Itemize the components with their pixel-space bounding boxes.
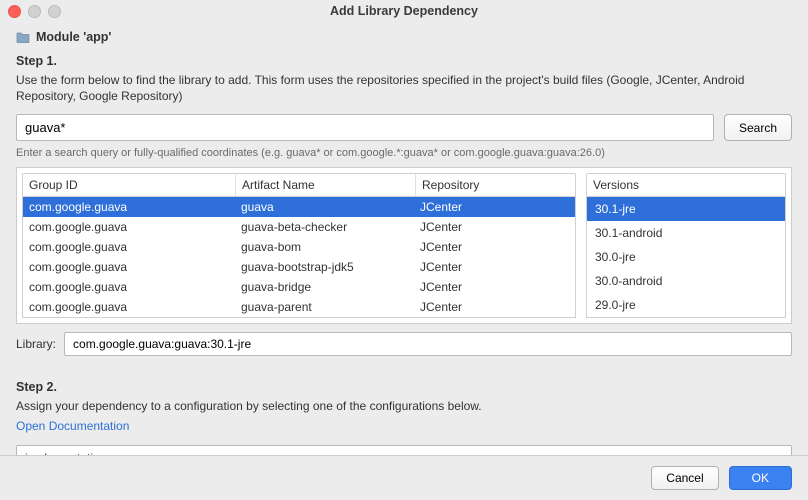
table-cell: guava-bootstrap-jdk5 bbox=[235, 258, 414, 276]
module-header: Module 'app' bbox=[16, 30, 792, 44]
versions-table[interactable]: Versions 30.1-jre30.1-android30.0-jre30.… bbox=[586, 173, 786, 318]
table-cell: JCenter bbox=[414, 238, 575, 256]
table-row[interactable]: com.google.guavaguavaJCenter bbox=[23, 197, 575, 217]
open-documentation-link[interactable]: Open Documentation bbox=[16, 419, 792, 433]
window-title: Add Library Dependency bbox=[0, 4, 808, 18]
col-group-id[interactable]: Group ID bbox=[23, 174, 236, 196]
library-label: Library: bbox=[16, 337, 56, 351]
table-cell: JCenter bbox=[414, 218, 575, 236]
table-cell: com.google.guava bbox=[23, 238, 235, 256]
artifacts-table[interactable]: Group ID Artifact Name Repository com.go… bbox=[22, 173, 576, 318]
table-cell: com.google.guava bbox=[23, 218, 235, 236]
step2-label: Step 2. bbox=[16, 380, 792, 394]
version-row[interactable]: 29.0-jre bbox=[587, 293, 785, 317]
table-cell: JCenter bbox=[414, 198, 575, 216]
table-cell: JCenter bbox=[414, 298, 575, 316]
version-row[interactable]: 30.1-android bbox=[587, 221, 785, 245]
table-cell: guava-beta-checker bbox=[235, 218, 414, 236]
table-cell: JCenter bbox=[414, 278, 575, 296]
step1-description: Use the form below to find the library t… bbox=[16, 72, 792, 104]
table-cell: com.google.guava bbox=[23, 298, 235, 316]
library-input[interactable] bbox=[64, 332, 792, 356]
col-artifact-name[interactable]: Artifact Name bbox=[236, 174, 416, 196]
table-cell: guava-bom bbox=[235, 238, 414, 256]
col-versions[interactable]: Versions bbox=[587, 174, 785, 196]
table-cell: JCenter bbox=[414, 258, 575, 276]
table-row[interactable]: com.google.guavaguava-beta-checkerJCente… bbox=[23, 217, 575, 237]
configuration-select[interactable]: implementation ▼ bbox=[16, 445, 792, 455]
table-row[interactable]: com.google.guavaguava-parentJCenter bbox=[23, 297, 575, 317]
module-name: Module 'app' bbox=[36, 30, 111, 44]
table-cell: guava bbox=[235, 198, 414, 216]
cancel-button[interactable]: Cancel bbox=[651, 466, 718, 490]
table-row[interactable]: com.google.guavaguava-bootstrap-jdk5JCen… bbox=[23, 257, 575, 277]
search-button[interactable]: Search bbox=[724, 114, 792, 141]
version-row[interactable]: 30.1-jre bbox=[587, 197, 785, 221]
version-row[interactable]: 30.0-jre bbox=[587, 245, 785, 269]
step2-description: Assign your dependency to a configuratio… bbox=[16, 398, 792, 414]
module-folder-icon bbox=[16, 31, 30, 43]
search-hint: Enter a search query or fully-qualified … bbox=[16, 147, 792, 159]
dialog-footer: Cancel OK bbox=[0, 455, 808, 500]
table-row[interactable]: com.google.guavaguava-bridgeJCenter bbox=[23, 277, 575, 297]
table-cell: com.google.guava bbox=[23, 198, 235, 216]
table-cell: com.google.guava bbox=[23, 258, 235, 276]
results-area: Group ID Artifact Name Repository com.go… bbox=[16, 167, 792, 324]
table-cell: guava-bridge bbox=[235, 278, 414, 296]
version-row[interactable]: 30.0-android bbox=[587, 269, 785, 293]
step1-label: Step 1. bbox=[16, 54, 792, 68]
table-row[interactable]: com.google.guavaguava-bomJCenter bbox=[23, 237, 575, 257]
col-repository[interactable]: Repository bbox=[416, 174, 575, 196]
ok-button[interactable]: OK bbox=[729, 466, 792, 490]
search-input[interactable] bbox=[16, 114, 714, 141]
titlebar: Add Library Dependency bbox=[0, 0, 808, 22]
table-cell: guava-parent bbox=[235, 298, 414, 316]
table-cell: com.google.guava bbox=[23, 278, 235, 296]
